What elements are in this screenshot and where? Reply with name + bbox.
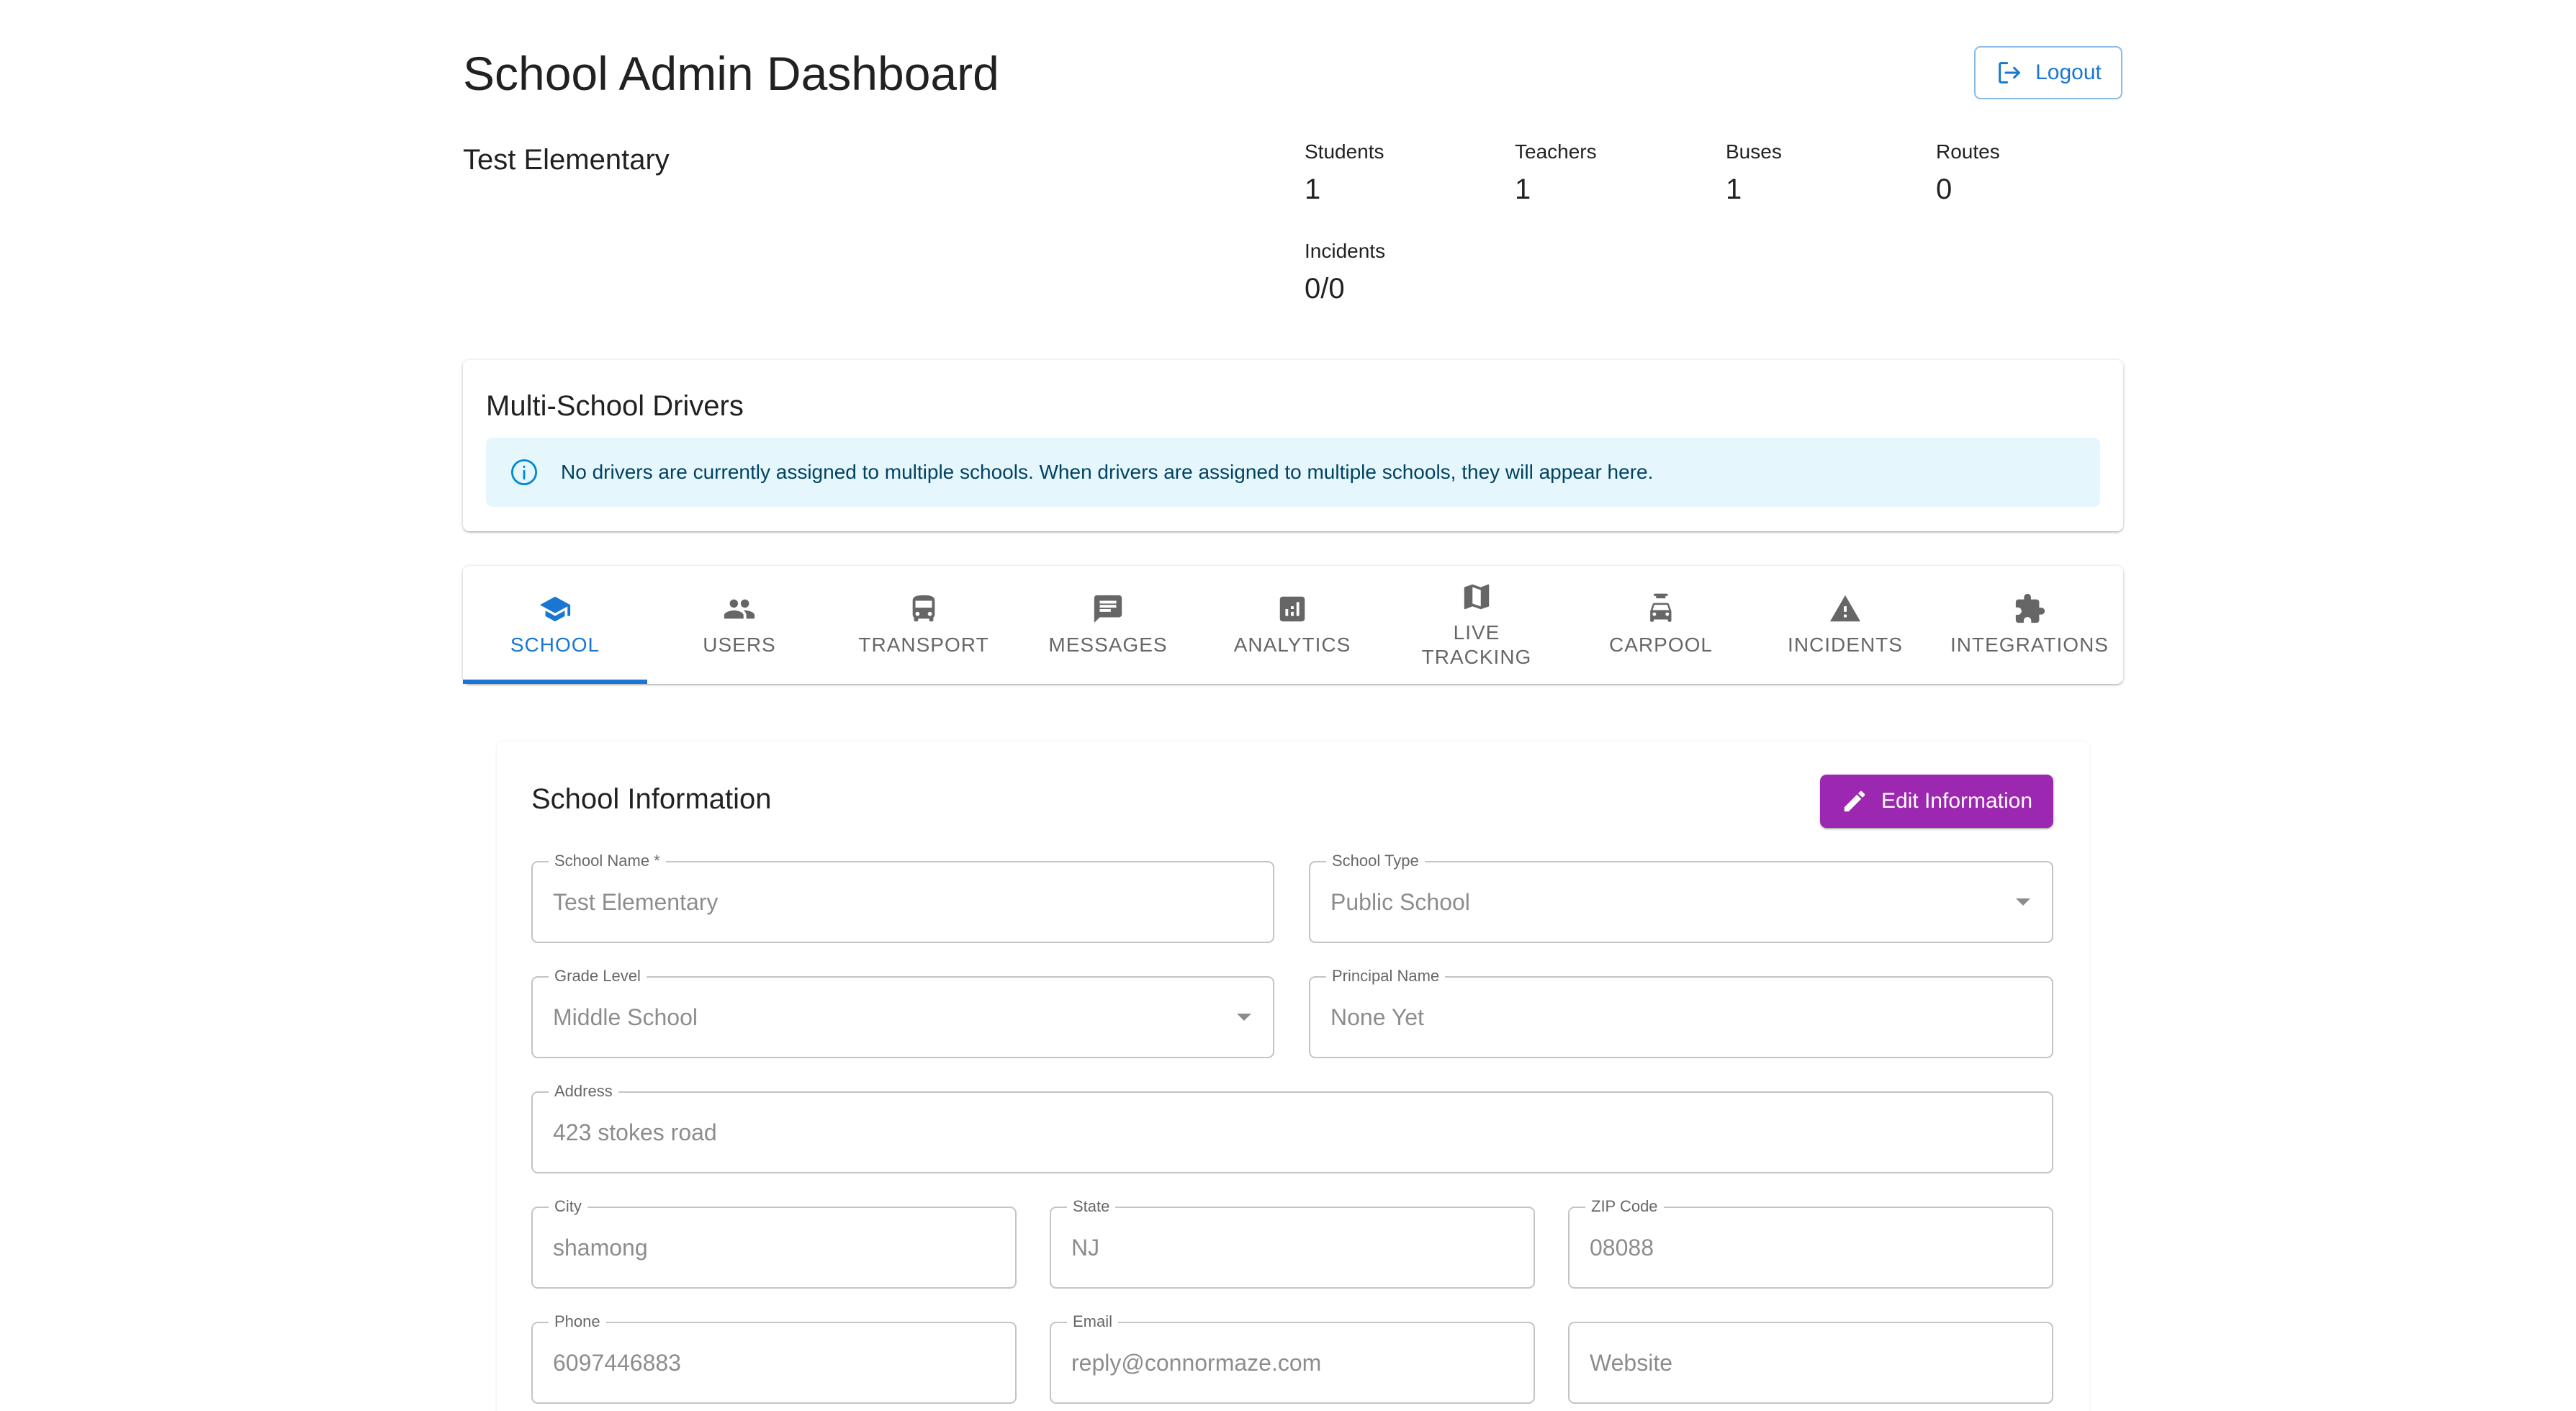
edit-label: Edit Information: [1881, 789, 2033, 813]
stat-buses: Buses 1: [1726, 140, 1782, 207]
tab-incidents[interactable]: INCIDENTS: [1753, 566, 1937, 684]
stat-label: Buses: [1726, 140, 1782, 163]
field-value: shamong: [553, 1234, 648, 1261]
bus-icon: [912, 595, 935, 622]
stat-label: Students: [1305, 140, 1384, 163]
tab-users[interactable]: USERS: [647, 566, 832, 684]
field-value: Test Elementary: [553, 888, 719, 915]
logout-button[interactable]: Logout: [1974, 46, 2122, 99]
field-value: 08088: [1590, 1234, 1654, 1261]
stat-label: Teachers: [1515, 140, 1597, 163]
grade-level-select[interactable]: Grade Level Middle School: [531, 966, 1274, 1058]
zip-code-field[interactable]: ZIP Code 08088: [1568, 1196, 2053, 1289]
school-information-card: School Information Edit Information Scho…: [497, 741, 2089, 1411]
tab-label: ANALYTICS: [1233, 634, 1351, 656]
dropdown-arrow-icon: [1237, 1014, 1251, 1021]
school-icon: [539, 596, 571, 622]
field-value: 423 stokes road: [553, 1119, 717, 1145]
school-name: Test Elementary: [463, 144, 670, 176]
warning-icon: [1829, 595, 1861, 622]
field-placeholder: Website: [1590, 1349, 1673, 1376]
edit-information-button[interactable]: Edit Information: [1820, 775, 2053, 828]
tab-label: INTEGRATIONS: [1950, 634, 2109, 656]
field-value: Middle School: [553, 1004, 698, 1030]
logout-icon: [1999, 62, 2020, 84]
section-title: School Information: [531, 783, 772, 815]
school-name-field[interactable]: School Name * Test Elementary: [531, 851, 1274, 943]
tab-label: USERS: [703, 634, 776, 656]
school-type-select[interactable]: School Type Public School: [1309, 851, 2053, 943]
tab-messages[interactable]: MESSAGES: [1016, 566, 1200, 684]
email-field[interactable]: Email reply@connormaze.com: [1050, 1312, 1535, 1404]
message-icon: [1094, 595, 1122, 623]
field-value: NJ: [1071, 1234, 1100, 1261]
stat-label: Incidents: [1305, 240, 1386, 262]
tab-label: CARPOOL: [1609, 634, 1713, 656]
tab-label: TRANSPORT: [858, 634, 989, 656]
multi-school-drivers-card: Multi-School Drivers No drivers are curr…: [463, 360, 2123, 531]
stat-incidents: Incidents 0/0: [1305, 239, 1385, 307]
tab-transport[interactable]: TRANSPORT: [832, 566, 1016, 684]
page-title: School Admin Dashboard: [463, 47, 999, 100]
map-icon: [1464, 584, 1490, 610]
tab-label: LIVE TRACKING: [1421, 621, 1532, 668]
analytics-icon: [1279, 596, 1305, 622]
logout-label: Logout: [2035, 60, 2102, 84]
stat-value: 1: [1305, 173, 1321, 205]
alert-message: No drivers are currently assigned to mul…: [561, 461, 1654, 483]
tab-carpool[interactable]: CARPOOL: [1569, 566, 1753, 684]
tab-live-tracking[interactable]: LIVE TRACKING: [1384, 566, 1569, 684]
website-field[interactable]: Website: [1568, 1322, 2053, 1404]
card-title: Multi-School Drivers: [486, 390, 744, 422]
stat-value: 1: [1726, 173, 1742, 205]
pencil-icon: [1844, 790, 1865, 812]
field-value: 6097446883: [553, 1349, 681, 1376]
stat-value: 0: [1936, 173, 1953, 205]
tab-integrations[interactable]: INTEGRATIONS: [1937, 566, 2122, 684]
field-value: None Yet: [1330, 1004, 1424, 1030]
stat-students: Students 1: [1305, 140, 1384, 207]
tab-bar: SCHOOL USERS TRANSPORT MESSAGES ANALYTIC…: [463, 566, 2123, 684]
dropdown-arrow-icon: [2016, 898, 2030, 906]
tab-label: SCHOOL: [510, 634, 600, 656]
people-icon: [724, 599, 755, 619]
tab-school[interactable]: SCHOOL: [463, 566, 647, 684]
stat-value: 0/0: [1305, 273, 1345, 305]
field-value: reply@connormaze.com: [1071, 1349, 1322, 1376]
stat-routes: Routes 0: [1936, 140, 2000, 207]
city-field[interactable]: City shamong: [531, 1196, 1017, 1289]
phone-field[interactable]: Phone 6097446883: [531, 1312, 1017, 1404]
address-field[interactable]: Address 423 stokes road: [531, 1081, 2053, 1173]
tab-label: INCIDENTS: [1788, 634, 1903, 656]
stat-label: Routes: [1936, 140, 2000, 163]
tab-analytics[interactable]: ANALYTICS: [1200, 566, 1384, 684]
principal-name-field[interactable]: Principal Name None Yet: [1309, 966, 2053, 1058]
info-alert: No drivers are currently assigned to mul…: [486, 438, 2100, 507]
stat-value: 1: [1515, 173, 1531, 205]
field-value: Public School: [1330, 888, 1470, 915]
info-icon: [510, 459, 538, 486]
tab-label: MESSAGES: [1048, 634, 1168, 656]
carpool-icon: [1650, 593, 1672, 622]
state-field[interactable]: State NJ: [1050, 1196, 1535, 1289]
stat-teachers: Teachers 1: [1515, 140, 1597, 207]
puzzle-icon: [2015, 593, 2045, 623]
